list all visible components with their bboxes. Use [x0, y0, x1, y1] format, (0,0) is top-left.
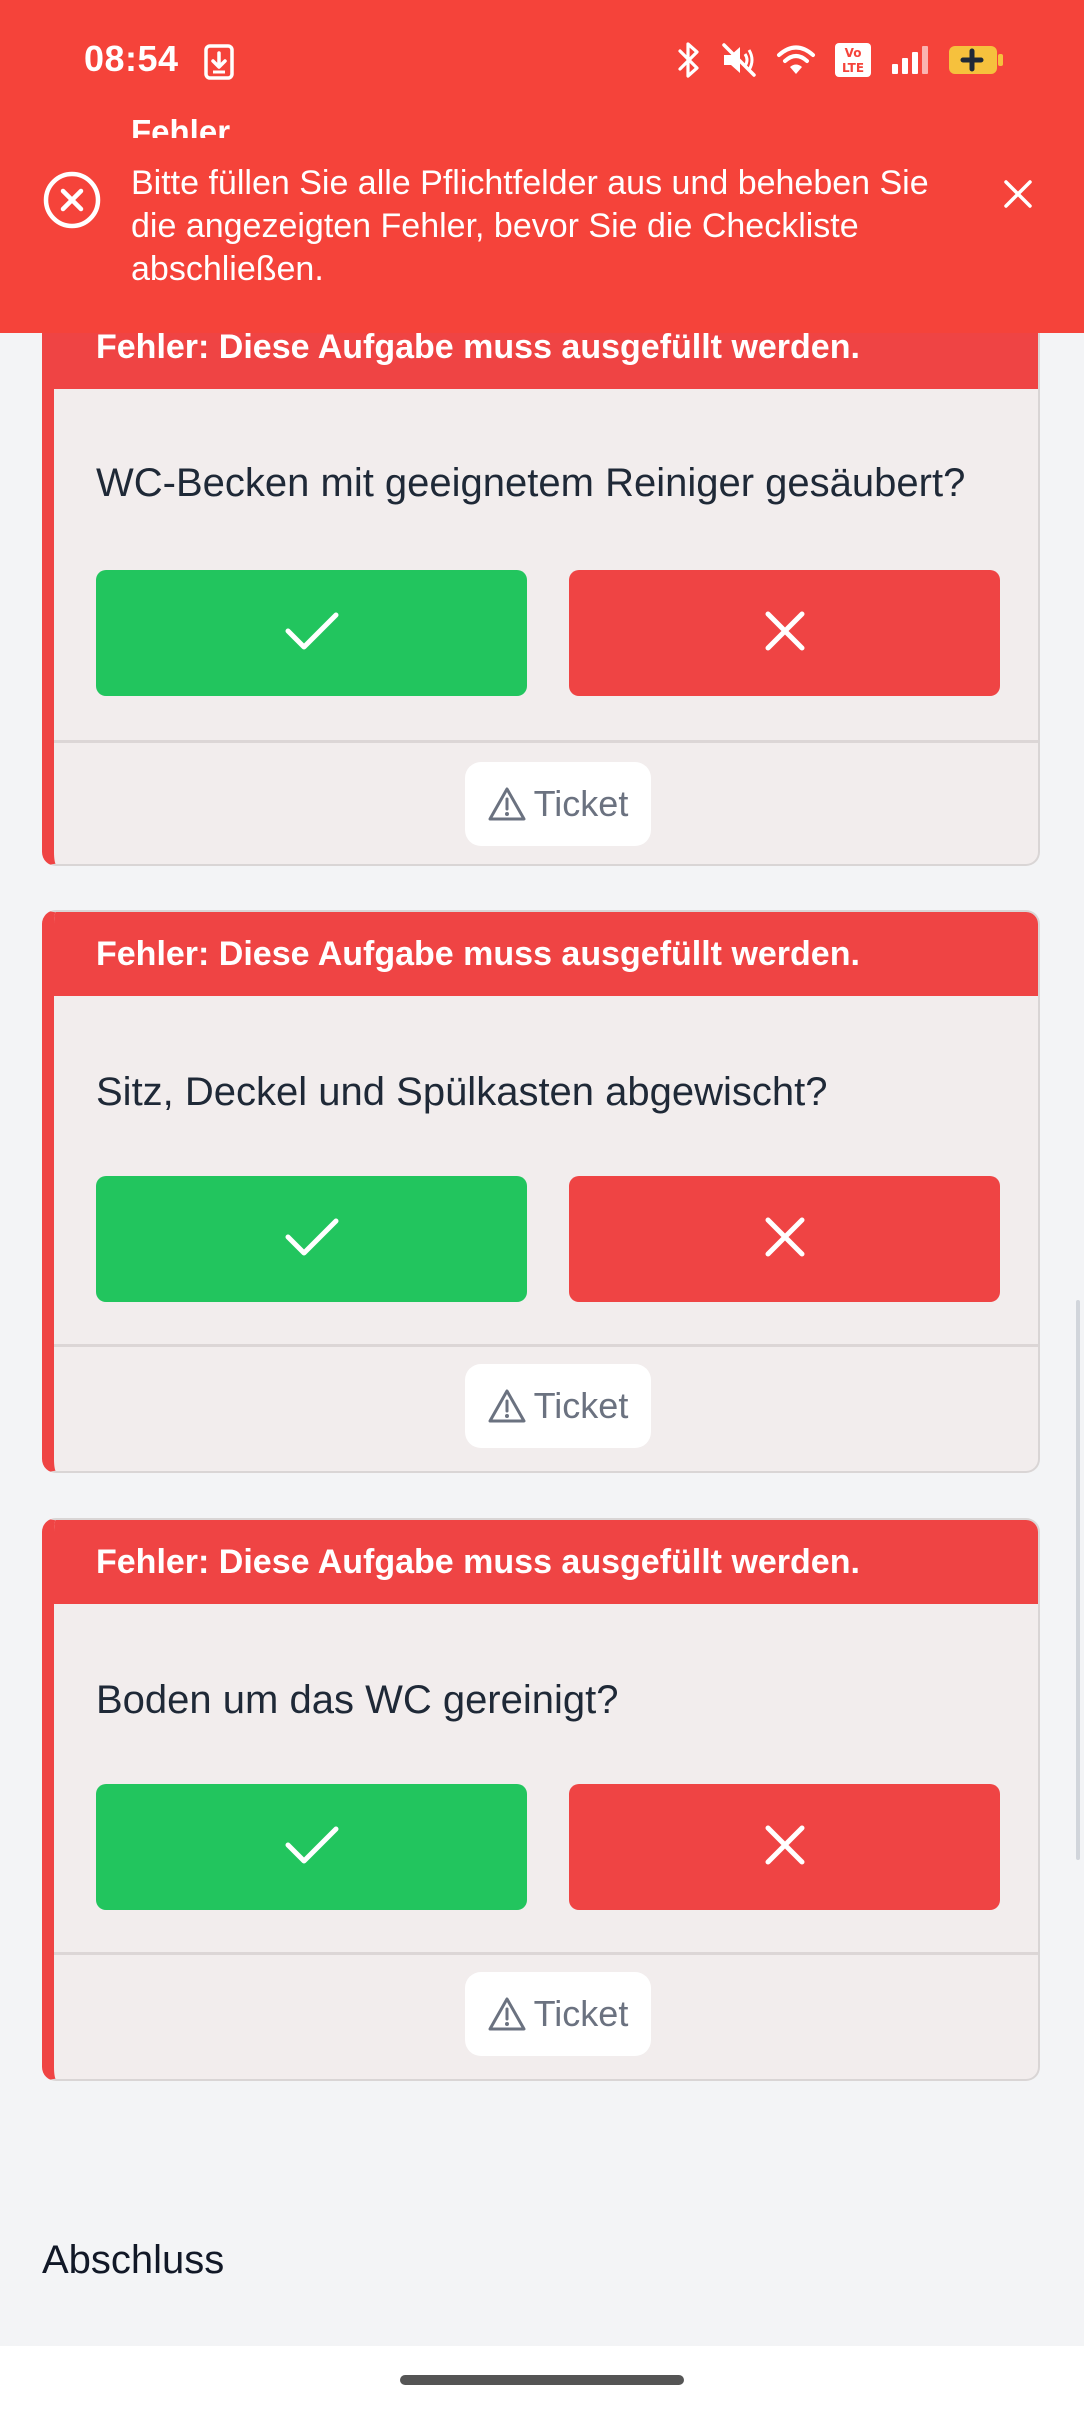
task-question: Sitz, Deckel und Spülkasten abgewischt? — [96, 1070, 828, 1114]
scrollbar[interactable] — [1076, 1300, 1080, 1860]
answer-no-button[interactable] — [569, 1784, 1000, 1910]
close-icon — [1002, 178, 1034, 215]
answer-no-button[interactable] — [569, 1176, 1000, 1302]
battery-icon — [948, 45, 1004, 80]
wifi-icon — [776, 44, 816, 81]
mute-icon — [720, 41, 758, 84]
warning-icon — [488, 1996, 526, 2032]
task-error-banner: Fehler: Diese Aufgabe muss ausgefüllt we… — [54, 1520, 1038, 1604]
divider — [54, 1344, 1038, 1347]
check-icon — [284, 1823, 340, 1872]
home-indicator[interactable] — [400, 2375, 684, 2385]
svg-text:LTE: LTE — [842, 61, 864, 75]
download-icon — [204, 44, 234, 80]
toast-close-button[interactable] — [988, 166, 1048, 226]
task-question: Boden um das WC gereinigt? — [96, 1678, 619, 1722]
task-card: Fehler: Diese Aufgabe muss ausgefüllt we… — [42, 263, 1040, 866]
task-question: WC-Becken mit geeignetem Reiniger gesäub… — [96, 461, 966, 505]
ticket-label: Ticket — [533, 1385, 629, 1426]
error-circle-icon — [42, 170, 102, 230]
toast-title: Fehler — [131, 113, 231, 138]
ticket-label: Ticket — [533, 1993, 629, 2034]
ticket-label: Ticket — [533, 783, 629, 824]
close-icon — [763, 1823, 807, 1872]
status-time: 08:54 — [84, 38, 179, 79]
close-icon — [763, 609, 807, 658]
close-icon — [763, 1215, 807, 1264]
status-bar: 08:54 Vo LTE — [0, 0, 1084, 124]
divider — [54, 740, 1038, 743]
answer-yes-button[interactable] — [96, 570, 527, 696]
task-card: Fehler: Diese Aufgabe muss ausgefüllt we… — [42, 910, 1040, 1473]
volte-icon: Vo LTE — [834, 42, 872, 83]
check-icon — [284, 609, 340, 658]
divider — [54, 1952, 1038, 1955]
check-icon — [284, 1215, 340, 1264]
toast-message: Bitte füllen Sie alle Pflichtfelder aus … — [131, 164, 929, 288]
answer-yes-button[interactable] — [96, 1176, 527, 1302]
ticket-button[interactable]: Ticket — [465, 1972, 651, 2056]
ticket-button[interactable]: Ticket — [465, 762, 651, 846]
answer-no-button[interactable] — [569, 570, 1000, 696]
bluetooth-icon — [676, 41, 702, 84]
error-toast: 08:54 Vo LTE Fehler Bitte füllen Sie all… — [0, 0, 1084, 333]
svg-text:Vo: Vo — [845, 46, 862, 60]
warning-icon — [488, 786, 526, 822]
warning-icon — [488, 1388, 526, 1424]
task-card: Fehler: Diese Aufgabe muss ausgefüllt we… — [42, 1518, 1040, 2081]
status-icons: Vo LTE — [676, 40, 1004, 84]
section-title: Abschluss — [42, 2238, 225, 2282]
answer-yes-button[interactable] — [96, 1784, 527, 1910]
ticket-button[interactable]: Ticket — [465, 1364, 651, 1448]
task-error-banner: Fehler: Diese Aufgabe muss ausgefüllt we… — [54, 912, 1038, 996]
signal-icon — [890, 44, 930, 81]
